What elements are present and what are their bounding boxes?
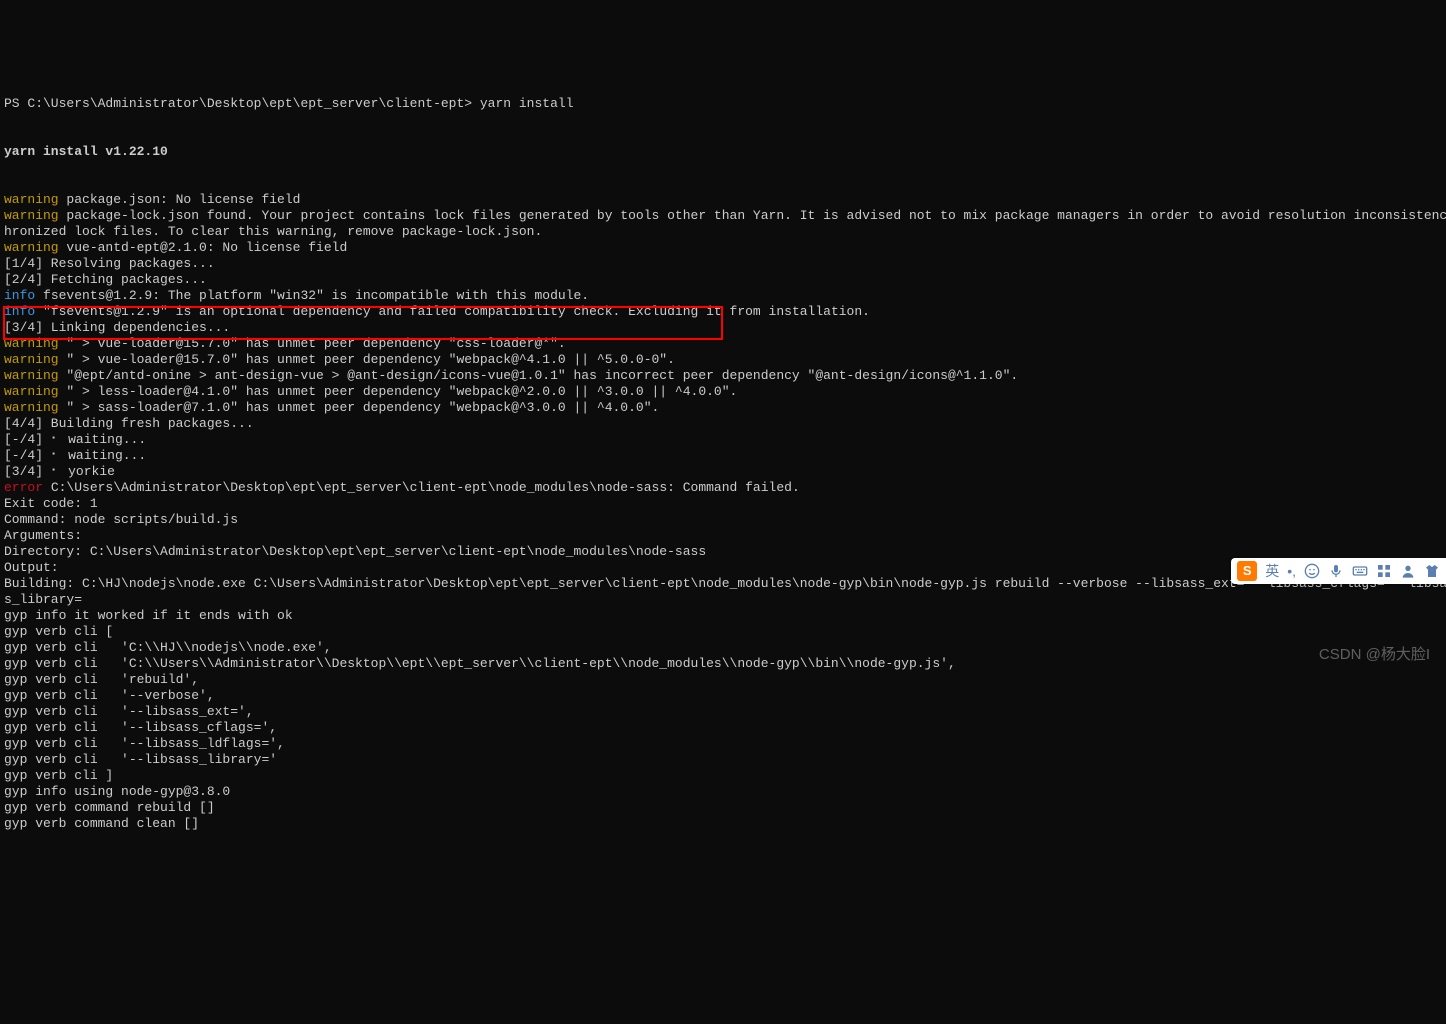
log-line: gyp info it worked if it ends with ok bbox=[4, 608, 1442, 624]
log-line: warning package.json: No license field bbox=[4, 192, 1442, 208]
ime-separator: •, bbox=[1287, 563, 1296, 579]
log-line: error C:\Users\Administrator\Desktop\ept… bbox=[4, 480, 1442, 496]
mic-icon[interactable] bbox=[1328, 563, 1344, 579]
log-line: gyp verb cli 'rebuild', bbox=[4, 672, 1442, 688]
log-line: gyp verb cli '--libsass_ext=', bbox=[4, 704, 1442, 720]
ime-language[interactable]: 英 bbox=[1265, 563, 1279, 579]
log-line: gyp verb cli 'C:\\HJ\\nodejs\\node.exe', bbox=[4, 640, 1442, 656]
log-line: gyp verb cli '--libsass_cflags=', bbox=[4, 720, 1442, 736]
grid-icon[interactable] bbox=[1376, 563, 1392, 579]
log-line: warning " > sass-loader@7.1.0" has unmet… bbox=[4, 400, 1442, 416]
log-line: Arguments: bbox=[4, 528, 1442, 544]
log-line: warning " > vue-loader@15.7.0" has unmet… bbox=[4, 336, 1442, 352]
log-line: [2/4] Fetching packages... bbox=[4, 272, 1442, 288]
log-line: gyp verb cli ] bbox=[4, 768, 1442, 784]
log-line: [1/4] Resolving packages... bbox=[4, 256, 1442, 272]
log-line: gyp verb cli 'C:\\Users\\Administrator\\… bbox=[4, 656, 1442, 672]
log-line: gyp verb cli '--libsass_library=' bbox=[4, 752, 1442, 768]
log-line: Directory: C:\Users\Administrator\Deskto… bbox=[4, 544, 1442, 560]
log-line: gyp verb cli '--verbose', bbox=[4, 688, 1442, 704]
log-line: s_library= bbox=[4, 592, 1442, 608]
log-line: [4/4] Building fresh packages... bbox=[4, 416, 1442, 432]
log-line: Building: C:\HJ\nodejs\node.exe C:\Users… bbox=[4, 576, 1442, 592]
person-icon[interactable] bbox=[1400, 563, 1416, 579]
log-line: info "fsevents@1.2.9" is an optional dep… bbox=[4, 304, 1442, 320]
log-line: [3/4] ⠂ yorkie bbox=[4, 464, 1442, 480]
log-line: [-/4] ⠂ waiting... bbox=[4, 448, 1442, 464]
log-line: gyp info using node-gyp@3.8.0 bbox=[4, 784, 1442, 800]
log-line: hronized lock files. To clear this warni… bbox=[4, 224, 1442, 240]
log-line: [-/4] ⠂ waiting... bbox=[4, 432, 1442, 448]
log-line: warning package-lock.json found. Your pr… bbox=[4, 208, 1442, 224]
ime-toolbar[interactable]: S 英 •, bbox=[1231, 558, 1446, 584]
log-line: gyp verb cli [ bbox=[4, 624, 1442, 640]
log-line: warning "@ept/antd-onine > ant-design-vu… bbox=[4, 368, 1442, 384]
log-line: gyp verb command rebuild [] bbox=[4, 800, 1442, 816]
log-line: warning " > less-loader@4.1.0" has unmet… bbox=[4, 384, 1442, 400]
sogou-logo-icon[interactable]: S bbox=[1237, 561, 1257, 581]
log-line: info fsevents@1.2.9: The platform "win32… bbox=[4, 288, 1442, 304]
log-line: gyp verb cli '--libsass_ldflags=', bbox=[4, 736, 1442, 752]
keyboard-icon[interactable] bbox=[1352, 563, 1368, 579]
log-line: Command: node scripts/build.js bbox=[4, 512, 1442, 528]
yarn-version: yarn install v1.22.10 bbox=[4, 144, 1442, 160]
log-line: Output: bbox=[4, 560, 1442, 576]
log-line: [3/4] Linking dependencies... bbox=[4, 320, 1442, 336]
smile-icon[interactable] bbox=[1304, 563, 1320, 579]
log-lines: warning package.json: No license fieldwa… bbox=[4, 192, 1442, 832]
log-line: Exit code: 1 bbox=[4, 496, 1442, 512]
shirt-icon[interactable] bbox=[1424, 563, 1440, 579]
terminal-output[interactable]: PS C:\Users\Administrator\Desktop\ept\ep… bbox=[0, 64, 1446, 848]
log-line: gyp verb command clean [] bbox=[4, 816, 1442, 832]
path-line: PS C:\Users\Administrator\Desktop\ept\ep… bbox=[4, 96, 1442, 112]
log-line: warning vue-antd-ept@2.1.0: No license f… bbox=[4, 240, 1442, 256]
log-line: warning " > vue-loader@15.7.0" has unmet… bbox=[4, 352, 1442, 368]
